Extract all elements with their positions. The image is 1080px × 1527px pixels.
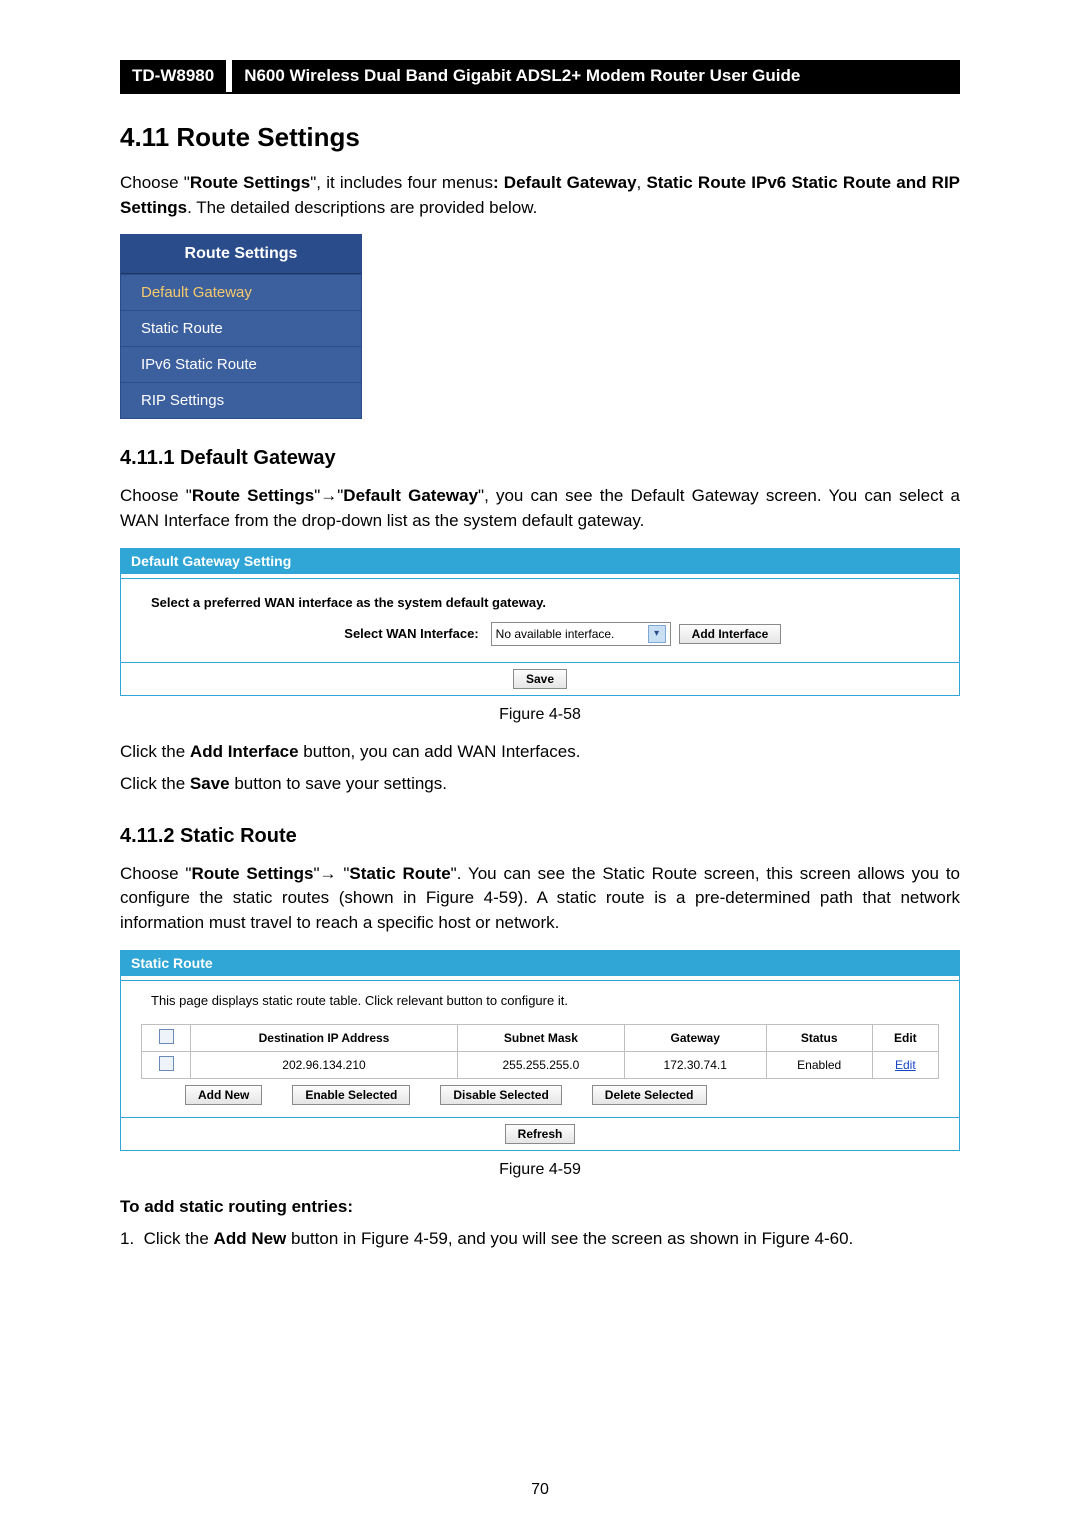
figure-caption-1: Figure 4-58 bbox=[120, 706, 960, 724]
nav-item-ipv6-static-route[interactable]: IPv6 Static Route bbox=[121, 346, 361, 382]
cell-mask: 255.255.255.0 bbox=[458, 1051, 625, 1078]
select-all-checkbox[interactable] bbox=[159, 1029, 174, 1044]
intro-paragraph: Choose "Route Settings", it includes fou… bbox=[120, 171, 960, 220]
model-badge: TD-W8980 bbox=[120, 60, 226, 92]
add-new-button[interactable]: Add New bbox=[185, 1085, 262, 1105]
chevron-down-icon: ▾ bbox=[648, 625, 666, 643]
table-row: 202.96.134.210 255.255.255.0 172.30.74.1… bbox=[142, 1051, 939, 1078]
nav-item-default-gateway[interactable]: Default Gateway bbox=[121, 274, 361, 310]
edit-link[interactable]: Edit bbox=[895, 1058, 916, 1072]
default-gateway-paragraph: Choose "Route Settings"→"Default Gateway… bbox=[120, 484, 960, 533]
static-route-panel: Static Route This page displays static r… bbox=[120, 950, 960, 1151]
sr-description: This page displays static route table. C… bbox=[141, 993, 939, 1014]
doc-header: TD-W8980 N600 Wireless Dual Band Gigabit… bbox=[120, 60, 960, 94]
cell-status: Enabled bbox=[766, 1051, 872, 1078]
dg-instruction: Select a preferred WAN interface as the … bbox=[151, 595, 929, 610]
dropdown-value: No available interface. bbox=[496, 627, 615, 641]
table-header-row: Destination IP Address Subnet Mask Gatew… bbox=[142, 1024, 939, 1051]
disable-selected-button[interactable]: Disable Selected bbox=[440, 1085, 561, 1105]
refresh-button[interactable]: Refresh bbox=[505, 1124, 576, 1144]
save-note: Click the Save button to save your setti… bbox=[120, 772, 960, 797]
panel-title: Default Gateway Setting bbox=[121, 549, 959, 573]
wan-interface-dropdown[interactable]: No available interface. ▾ bbox=[491, 622, 671, 646]
nav-header: Route Settings bbox=[121, 235, 361, 274]
page-number: 70 bbox=[0, 1481, 1080, 1499]
route-settings-nav: Route Settings Default Gateway Static Ro… bbox=[120, 234, 362, 419]
static-route-table: Destination IP Address Subnet Mask Gatew… bbox=[141, 1024, 939, 1079]
save-button[interactable]: Save bbox=[513, 669, 567, 689]
doc-title: N600 Wireless Dual Band Gigabit ADSL2+ M… bbox=[232, 60, 960, 92]
add-interface-note: Click the Add Interface button, you can … bbox=[120, 740, 960, 765]
nav-item-static-route[interactable]: Static Route bbox=[121, 310, 361, 346]
subsection-static-route: 4.11.2 Static Route bbox=[120, 825, 960, 848]
delete-selected-button[interactable]: Delete Selected bbox=[592, 1085, 707, 1105]
enable-selected-button[interactable]: Enable Selected bbox=[292, 1085, 410, 1105]
cell-gateway: 172.30.74.1 bbox=[624, 1051, 766, 1078]
cell-dest: 202.96.134.210 bbox=[191, 1051, 458, 1078]
add-static-heading: To add static routing entries: bbox=[120, 1195, 960, 1220]
add-interface-button[interactable]: Add Interface bbox=[679, 624, 782, 644]
select-wan-label: Select WAN Interface: bbox=[299, 626, 483, 641]
add-static-step1: 1. Click the Add New button in Figure 4-… bbox=[120, 1227, 960, 1252]
row-checkbox[interactable] bbox=[159, 1056, 174, 1071]
figure-caption-2: Figure 4-59 bbox=[120, 1161, 960, 1179]
panel-title-sr: Static Route bbox=[121, 951, 959, 975]
nav-item-rip-settings[interactable]: RIP Settings bbox=[121, 382, 361, 418]
static-route-paragraph: Choose "Route Settings"→ "Static Route".… bbox=[120, 862, 960, 936]
subsection-default-gateway: 4.11.1 Default Gateway bbox=[120, 447, 960, 470]
section-heading: 4.11 Route Settings bbox=[120, 122, 960, 153]
default-gateway-panel: Default Gateway Setting Select a preferr… bbox=[120, 548, 960, 696]
